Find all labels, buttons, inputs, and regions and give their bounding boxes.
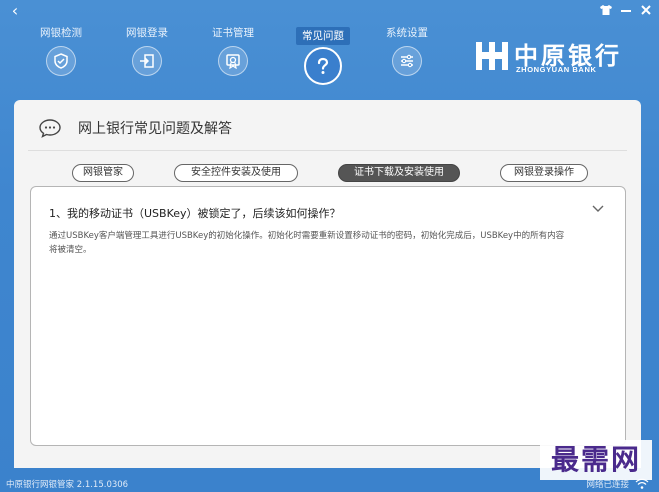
- faq-answer: 通过USBKey客户端管理工具进行USBKey的初始化操作。初始化时需要重新设置…: [49, 231, 565, 255]
- header-divider: [28, 150, 627, 151]
- title-bar: ‹: [0, 0, 659, 24]
- faq-question[interactable]: 1、我的移动证书（USBKey）被锁定了，后续该如何操作？: [49, 205, 341, 221]
- minimize-icon[interactable]: [619, 3, 633, 19]
- shield-icon: [46, 46, 76, 76]
- faq-content-box: 1、我的移动证书（USBKey）被锁定了，后续该如何操作？ 通过USBKey客户…: [30, 186, 626, 446]
- tab-security-control[interactable]: 安全控件安装及使用: [174, 164, 298, 182]
- shirt-icon[interactable]: [599, 3, 613, 19]
- nav-item-faq[interactable]: 常见问题: [286, 24, 360, 98]
- nav-item-login[interactable]: 网银登录: [110, 24, 184, 98]
- chevron-down-icon[interactable]: [591, 203, 605, 215]
- nav-item-check[interactable]: 网银检测: [24, 24, 98, 98]
- tab-bank-manager[interactable]: 网银管家: [72, 164, 134, 182]
- nav-item-certificate[interactable]: 证书管理: [196, 24, 270, 98]
- bank-logo: 中原银行 ZHONGYUAN BANK: [474, 38, 634, 78]
- tab-login-operation[interactable]: 网银登录操作: [500, 164, 588, 182]
- logo-english-name: ZHONGYUAN BANK: [516, 65, 597, 74]
- site-watermark: 最需网: [540, 440, 652, 480]
- settings-icon: [392, 46, 422, 76]
- nav-item-settings[interactable]: 系统设置: [370, 24, 444, 98]
- top-nav: 网银检测 网银登录 证书管理 常见问题 系统设置: [0, 24, 460, 98]
- login-icon: [132, 46, 162, 76]
- window-controls: [599, 3, 653, 19]
- nav-label: 系统设置: [386, 27, 428, 39]
- panel-title: 网上银行常见问题及解答: [78, 121, 232, 137]
- logo-mark-icon: [476, 42, 508, 70]
- close-icon[interactable]: [639, 3, 653, 19]
- nav-label: 网银登录: [126, 27, 168, 39]
- version-label: 中原银行网银管家 2.1.15.0306: [6, 480, 129, 490]
- question-icon: [304, 47, 342, 85]
- nav-label: 网银检测: [40, 27, 82, 39]
- tab-certificate-download[interactable]: 证书下载及安装使用: [338, 164, 460, 182]
- nav-label: 常见问题: [296, 27, 350, 45]
- chat-bubble-icon: [39, 119, 61, 138]
- nav-label: 证书管理: [212, 27, 254, 39]
- faq-panel: 网上银行常见问题及解答 网银管家 安全控件安装及使用 证书下载及安装使用 网银登…: [14, 100, 641, 468]
- back-button[interactable]: ‹: [6, 2, 24, 20]
- certificate-icon: [218, 46, 248, 76]
